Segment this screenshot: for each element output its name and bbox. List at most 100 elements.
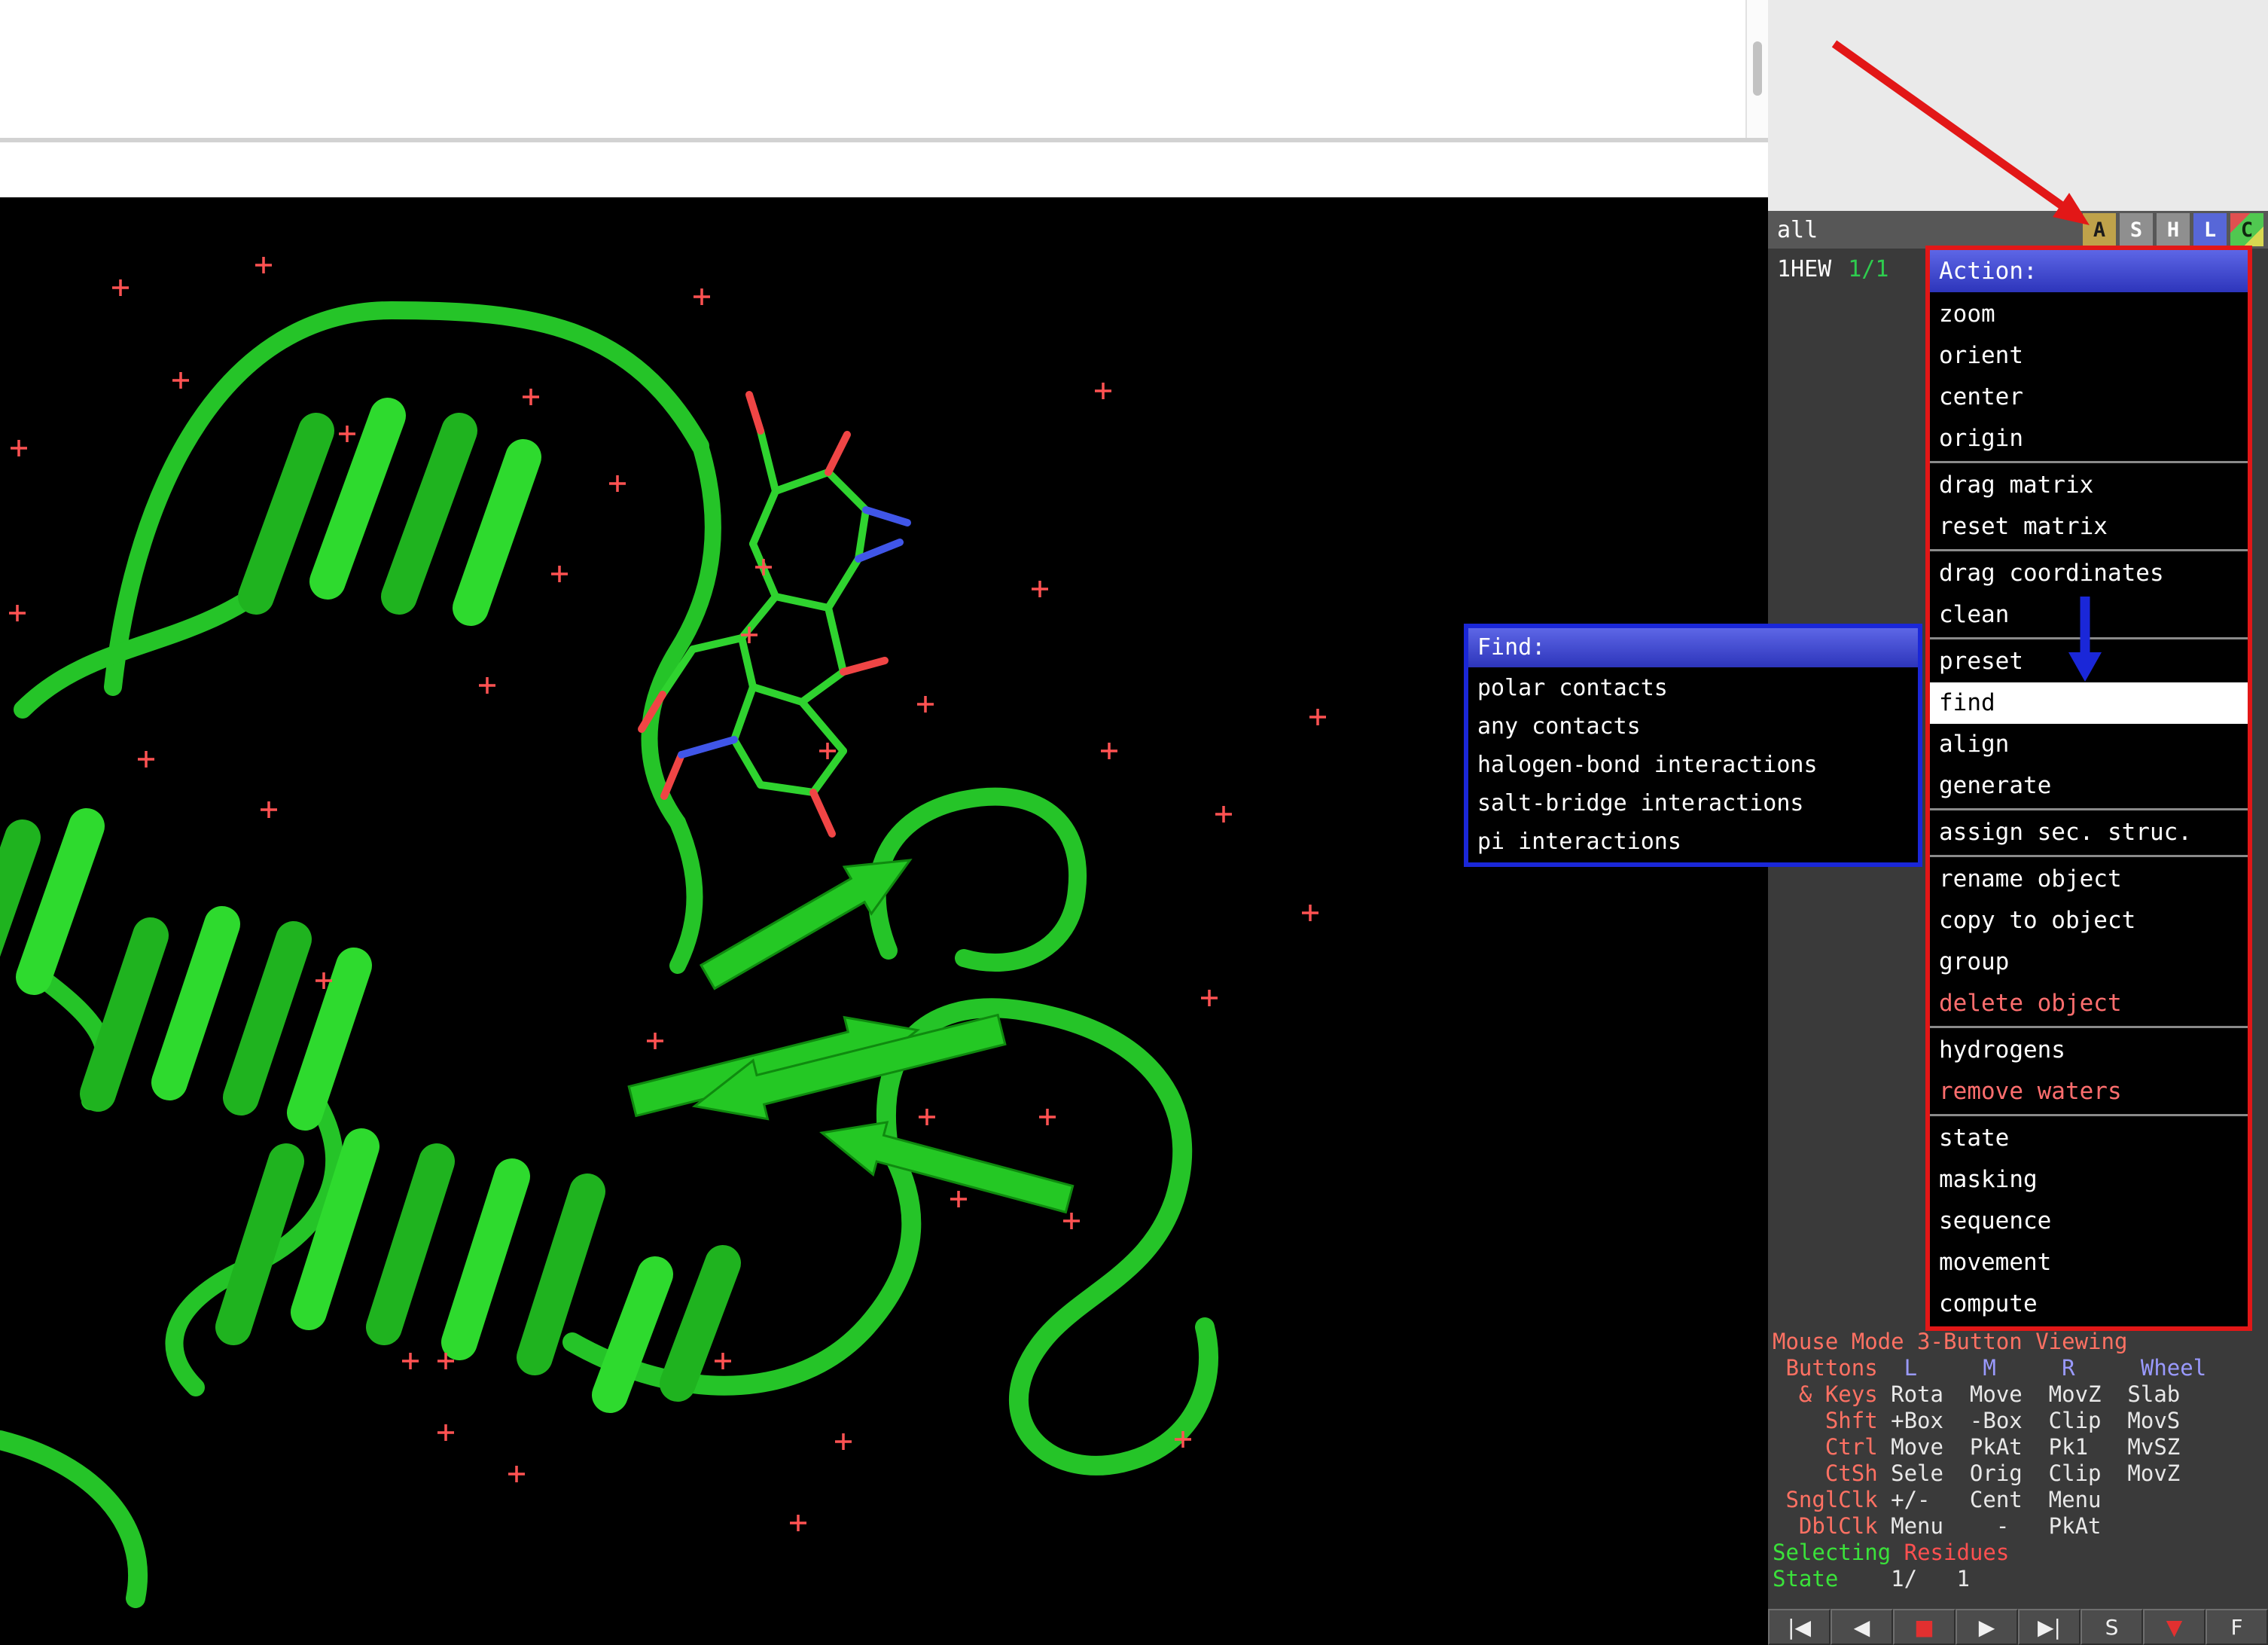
protein-cartoon (0, 310, 1209, 1598)
action-menu-item-hydrogens[interactable]: hydrogens (1930, 1030, 2248, 1071)
water-cross (479, 677, 495, 694)
object-all-label[interactable]: all (1768, 217, 1818, 243)
action-menu-item-copy-to-object[interactable]: copy to object (1930, 900, 2248, 942)
find-menu: Find: polar contactsany contactshalogen-… (1468, 628, 1918, 862)
scrollbar-thumb[interactable] (1753, 41, 1762, 96)
mouse-help-line: CtSh Sele Orig Clip MovZ (1773, 1460, 2266, 1487)
window-background (1768, 0, 2268, 211)
action-menu-group: zoomorientcenterorigin (1930, 292, 2248, 463)
water-cross (1201, 990, 1218, 1006)
water-cross (339, 426, 355, 442)
water-cross (819, 743, 836, 759)
water-cross (950, 1191, 967, 1207)
action-menu-item-align[interactable]: align (1930, 724, 2248, 765)
find-menu-item-salt-bridge-interactions[interactable]: salt-bridge interactions (1468, 784, 1918, 822)
label-button[interactable]: L (2193, 213, 2227, 246)
water-cross (917, 696, 934, 713)
mouse-help: Mouse Mode 3-Button Viewing Buttons L M … (1773, 1329, 2266, 1592)
mouse-help-line: Mouse Mode 3-Button Viewing (1773, 1329, 2266, 1355)
action-menu-item-assign-sec-struc[interactable]: assign sec. struc. (1930, 812, 2248, 853)
browser-page-background (0, 0, 1745, 138)
water-cross (1095, 383, 1111, 399)
water-cross (694, 288, 710, 305)
action-menu-item-delete-object[interactable]: delete object (1930, 983, 2248, 1024)
water-crosses (9, 257, 1326, 1531)
mouse-help-line: DblClk Menu - PkAt (1773, 1513, 2266, 1540)
action-menu-item-origin[interactable]: origin (1930, 418, 2248, 459)
action-menu-item-find[interactable]: find (1930, 682, 2248, 724)
action-menu-item-center[interactable]: center (1930, 377, 2248, 418)
water-cross (261, 801, 277, 818)
water-cross (11, 440, 27, 456)
action-menu-title: Action: (1930, 250, 2248, 292)
action-menu-item-compute[interactable]: compute (1930, 1283, 2248, 1325)
action-menu-group: rename objectcopy to objectgroupdelete o… (1930, 857, 2248, 1028)
water-cross (523, 389, 539, 405)
water-cross (551, 566, 568, 582)
water-cross (255, 257, 272, 273)
find-menu-title: Find: (1468, 628, 1918, 667)
action-menu-item-drag-coordinates[interactable]: drag coordinates (1930, 553, 2248, 594)
annotation-red-box: Action: zoomorientcenterorigindrag matri… (1925, 246, 2252, 1331)
action-menu-item-drag-matrix[interactable]: drag matrix (1930, 465, 2248, 506)
water-cross (609, 475, 626, 492)
first-frame-button[interactable]: |◀ (1768, 1609, 1831, 1645)
prev-frame-button[interactable]: ◀ (1831, 1609, 1893, 1645)
water-cross (402, 1353, 419, 1369)
play-button[interactable]: ▶ (1956, 1609, 2018, 1645)
water-cross (9, 605, 26, 621)
action-menu-group: assign sec. struc. (1930, 810, 2248, 857)
action-menu: Action: zoomorientcenterorigindrag matri… (1930, 250, 2248, 1326)
hide-button[interactable]: H (2157, 213, 2190, 246)
action-menu-item-movement[interactable]: movement (1930, 1242, 2248, 1283)
water-cross (112, 279, 129, 296)
action-menu-item-rename-object[interactable]: rename object (1930, 859, 2248, 900)
water-cross (172, 372, 189, 389)
3d-viewport[interactable] (0, 197, 1768, 1645)
water-cross (835, 1433, 852, 1450)
object-row-all[interactable]: all ASHLC (1768, 211, 2268, 249)
water-cross (138, 751, 154, 768)
action-menu-item-reset-matrix[interactable]: reset matrix (1930, 506, 2248, 548)
find-menu-item-halogen-bond-interactions[interactable]: halogen-bond interactions (1468, 746, 1918, 784)
action-menu-item-masking[interactable]: masking (1930, 1159, 2248, 1201)
show-button[interactable]: S (2120, 213, 2153, 246)
seq-toggle-button[interactable]: S (2081, 1609, 2143, 1645)
action-menu-item-state[interactable]: state (1930, 1118, 2248, 1159)
action-menu-item-zoom[interactable]: zoom (1930, 294, 2248, 335)
mouse-help-line: State 1/ 1 (1773, 1566, 2266, 1592)
molecule-render (0, 197, 1768, 1645)
find-menu-item-polar-contacts[interactable]: polar contacts (1468, 669, 1918, 707)
stop-button[interactable]: ■ (1893, 1609, 1956, 1645)
mouse-help-line: Shft +Box -Box Clip MovS (1773, 1408, 2266, 1434)
action-menu-item-orient[interactable]: orient (1930, 335, 2248, 377)
action-menu-item-preset[interactable]: preset (1930, 641, 2248, 682)
fullscreen-toggle-button[interactable]: F (2206, 1609, 2268, 1645)
water-cross (508, 1466, 525, 1482)
mouse-help-line: Buttons L M R Wheel (1773, 1355, 2266, 1381)
water-cross (1101, 743, 1117, 759)
action-menu-item-clean[interactable]: clean (1930, 594, 2248, 636)
action-button[interactable]: A (2083, 213, 2116, 246)
helices (0, 416, 723, 1395)
action-menu-item-group[interactable]: group (1930, 942, 2248, 983)
action-menu-group: drag coordinatesclean (1930, 551, 2248, 639)
water-cross (1302, 905, 1318, 921)
rewind-button[interactable]: ▼ (2143, 1609, 2206, 1645)
water-cross (919, 1109, 935, 1125)
annotation-blue-box: Find: polar contactsany contactshalogen-… (1464, 624, 1922, 867)
find-menu-item-any-contacts[interactable]: any contacts (1468, 707, 1918, 746)
color-button[interactable]: C (2230, 213, 2263, 246)
action-menu-group: statemaskingsequencemovementcompute (1930, 1116, 2248, 1326)
scrollbar-track[interactable] (1745, 0, 1770, 138)
mouse-help-line: SnglClk +/- Cent Menu (1773, 1487, 2266, 1513)
action-menu-item-remove-waters[interactable]: remove waters (1930, 1071, 2248, 1112)
action-menu-item-sequence[interactable]: sequence (1930, 1201, 2248, 1242)
find-menu-items: polar contactsany contactshalogen-bond i… (1468, 667, 1918, 862)
last-frame-button[interactable]: ▶| (2018, 1609, 2081, 1645)
water-cross (715, 1353, 731, 1369)
find-menu-item-pi-interactions[interactable]: pi interactions (1468, 822, 1918, 861)
action-menu-item-generate[interactable]: generate (1930, 765, 2248, 807)
ligand-sticks (642, 395, 907, 834)
object-name[interactable]: 1HEW (1768, 256, 1831, 282)
